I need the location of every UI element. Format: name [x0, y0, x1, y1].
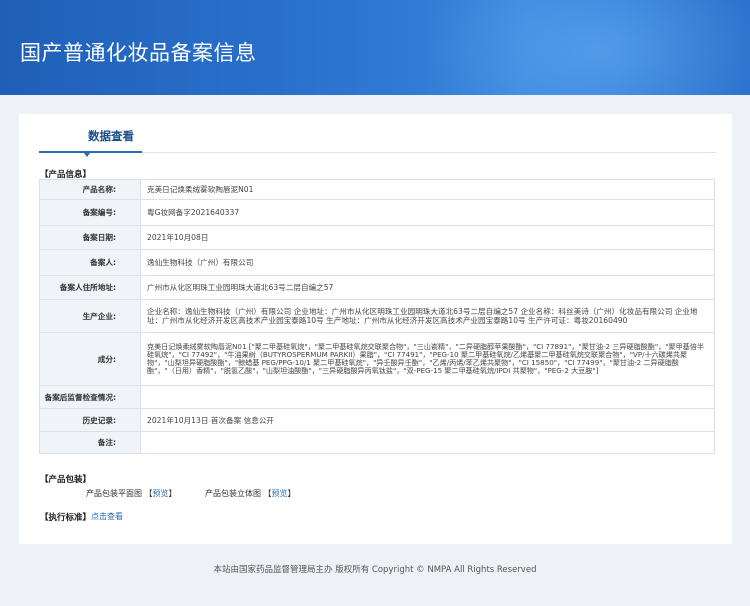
- packaging-front-preview-link[interactable]: 预览: [153, 489, 169, 498]
- row-key: 产品名称:: [39, 179, 141, 200]
- row-key: 备案后监督检查情况:: [39, 385, 141, 409]
- table-row: 备注:: [39, 431, 715, 454]
- row-value: [140, 385, 715, 409]
- section-packaging: 【产品包装】: [40, 475, 92, 485]
- bracket-close: 】: [287, 489, 296, 498]
- header-banner: 国产普通化妆品备案信息: [0, 0, 750, 95]
- table-row: 备案人住所地址: 广州市从化区明珠工业园明珠大道北63号二层自编之57: [39, 275, 715, 300]
- table-row: 生产企业: 企业名称：逸仙生物科技（广州）有限公司 企业地址：广州市从化区明珠工…: [39, 299, 715, 333]
- tab-data-view[interactable]: 数据查看: [59, 128, 163, 152]
- table-row: 备案日期: 2021年10月08日: [39, 225, 715, 250]
- bracket-open: 【: [144, 489, 153, 498]
- table-row: 历史记录: 2021年10月13日 首次备案 信息公开: [39, 408, 715, 432]
- row-key: 备案人住所地址:: [39, 275, 141, 300]
- row-value: 2021年10月08日: [140, 225, 715, 250]
- product-info-table: 产品名称: 克美日记焕柔绒雾软陶唇泥N01 备案编号: 粤G妆网备字202164…: [39, 179, 715, 454]
- table-row: 成分: 克美日记焕柔绒雾软陶唇泥N01 ["聚二甲基硅氧烷"，"聚二甲基硅氧烷交…: [39, 332, 715, 386]
- page-title: 国产普通化妆品备案信息: [20, 41, 257, 65]
- row-value: 2021年10月13日 首次备案 信息公开: [140, 408, 715, 432]
- row-value: 逸仙生物科技（广州）有限公司: [140, 249, 715, 276]
- tab-caret-icon: [84, 153, 90, 157]
- row-value: [140, 431, 715, 454]
- table-row: 产品名称: 克美日记焕柔绒雾软陶唇泥N01: [39, 179, 715, 200]
- row-key: 历史记录:: [39, 408, 141, 432]
- tab-active-underline: [39, 151, 142, 153]
- row-key: 备案日期:: [39, 225, 141, 250]
- banner-glow: [420, 0, 750, 95]
- packaging-front-label: 产品包装平面图: [86, 489, 142, 498]
- packaging-solid-preview-link[interactable]: 预览: [272, 489, 288, 498]
- row-key: 备案人:: [39, 249, 141, 276]
- row-key: 备案编号:: [39, 199, 141, 226]
- standard-view-link[interactable]: 点击查看: [91, 511, 123, 522]
- row-key: 生产企业:: [39, 299, 141, 333]
- table-row: 备案人: 逸仙生物科技（广州）有限公司: [39, 249, 715, 276]
- packaging-solid: 产品包装立体图 【预览】: [205, 488, 296, 499]
- row-key: 成分:: [39, 332, 141, 386]
- footer-copyright: 本站由国家药品监督管理局主办 版权所有 Copyright © NMPA All…: [213, 565, 537, 575]
- row-value: 广州市从化区明珠工业园明珠大道北63号二层自编之57: [140, 275, 715, 300]
- table-row: 备案编号: 粤G妆网备字2021640337: [39, 199, 715, 226]
- bracket-open: 【: [263, 489, 272, 498]
- packaging-front: 产品包装平面图 【预览】: [86, 488, 177, 499]
- table-row: 备案后监督检查情况:: [39, 385, 715, 409]
- row-value: 克美日记焕柔绒雾软陶唇泥N01 ["聚二甲基硅氧烷"，"聚二甲基硅氧烷交联聚合物…: [140, 332, 715, 386]
- bracket-close: 】: [168, 489, 177, 498]
- packaging-solid-label: 产品包装立体图: [205, 489, 261, 498]
- row-value: 企业名称：逸仙生物科技（广州）有限公司 企业地址：广州市从化区明珠工业园明珠大道…: [140, 299, 715, 333]
- row-key: 备注:: [39, 431, 141, 454]
- row-value: 克美日记焕柔绒雾软陶唇泥N01: [140, 179, 715, 200]
- row-value: 粤G妆网备字2021640337: [140, 199, 715, 226]
- content-card: 数据查看 【产品信息】 产品名称: 克美日记焕柔绒雾软陶唇泥N01 备案编号: …: [19, 114, 732, 544]
- section-standard: 【执行标准】: [40, 513, 92, 523]
